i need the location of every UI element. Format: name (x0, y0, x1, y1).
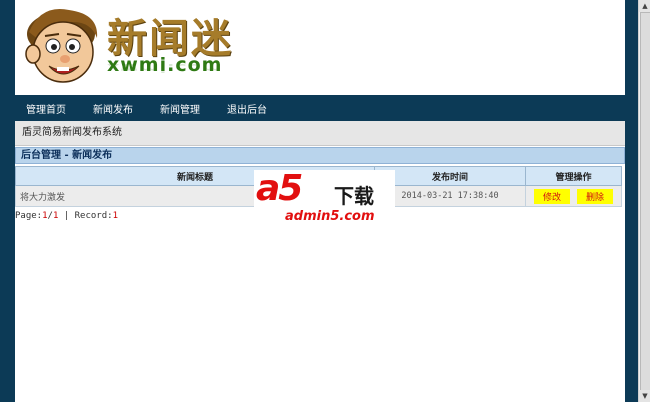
scrollbar-thumb[interactable] (640, 12, 650, 392)
system-title-bar: 盾灵简易新闻发布系统 (15, 121, 625, 146)
vertical-scrollbar[interactable]: ▲ ▼ (638, 0, 650, 402)
logo-domain-reflection: xwmi.com (107, 60, 223, 74)
watermark: a5 下载 admin5.com (254, 168, 395, 228)
breadcrumb: 后台管理 - 新闻发布 (15, 147, 625, 164)
pager-record-label: Record: (74, 211, 113, 221)
pager-record: 1 (112, 211, 118, 221)
watermark-url: admin5.com (285, 209, 375, 224)
col-header-actions: 管理操作 (525, 166, 622, 186)
news-time-cell: 2014-03-21 17:38:40 (374, 185, 526, 207)
mascot-logo-icon (25, 8, 98, 83)
pager-page-label: Page: (15, 211, 43, 221)
pager: Page:1/1 | Record:1 (15, 211, 118, 221)
watermark-suffix: 下载 (334, 184, 374, 208)
site-header: 新闻迷 xwmi.com xwmi.com (15, 0, 625, 95)
nav-item-admin-home[interactable]: 管理首页 (26, 101, 66, 116)
breadcrumb-text: 后台管理 - 新闻发布 (21, 150, 113, 161)
delete-button[interactable]: 删除 (576, 188, 613, 204)
system-title: 盾灵简易新闻发布系统 (22, 127, 122, 138)
watermark-brand: a5 (256, 168, 303, 209)
edit-button[interactable]: 修改 (534, 188, 571, 204)
nav-item-logout[interactable]: 退出后台 (227, 101, 267, 116)
top-nav: 管理首页 新闻发布 新闻管理 退出后台 (15, 95, 625, 121)
news-actions-cell: 修改 删除 (525, 185, 622, 207)
nav-item-manage-news[interactable]: 新闻管理 (160, 101, 200, 116)
nav-item-publish-news[interactable]: 新闻发布 (93, 101, 133, 116)
scroll-up-arrow-icon[interactable]: ▲ (639, 0, 650, 12)
col-header-time: 发布时间 (374, 166, 526, 186)
scroll-down-arrow-icon[interactable]: ▼ (639, 390, 650, 402)
pager-divider: | (58, 211, 75, 221)
